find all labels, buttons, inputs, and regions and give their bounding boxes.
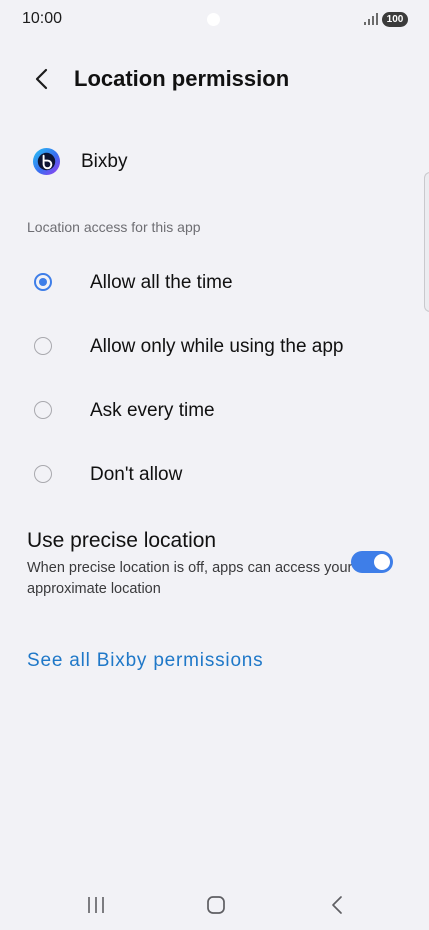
- page-title: Location permission: [74, 66, 290, 91]
- option-dont-allow[interactable]: Don't allow: [0, 448, 429, 504]
- camera-cutout: [207, 13, 220, 26]
- navigation-bar: [0, 880, 429, 930]
- option-allow-while-using[interactable]: Allow only while using the app: [0, 320, 429, 376]
- option-allow-all-the-time[interactable]: Allow all the time: [0, 256, 429, 312]
- chevron-left-icon: [35, 68, 48, 90]
- section-label: Location access for this app: [27, 219, 201, 235]
- precise-location-title: Use precise location: [27, 529, 217, 552]
- option-label: Don't allow: [90, 464, 183, 485]
- option-label: Allow all the time: [90, 272, 233, 293]
- app-info-row: Bixby: [0, 138, 429, 188]
- status-time: 10:00: [22, 10, 63, 27]
- option-label: Ask every time: [90, 400, 215, 421]
- precise-location-setting[interactable]: Use precise location When precise locati…: [0, 527, 429, 607]
- signal-bars-icon: [364, 13, 378, 25]
- app-name: Bixby: [81, 151, 128, 172]
- status-bar: 10:00 100: [0, 0, 429, 40]
- radio-unchecked-icon[interactable]: [34, 337, 52, 355]
- precise-location-description: When precise location is off, apps can a…: [27, 560, 353, 597]
- page-header: Location permission: [0, 55, 429, 105]
- option-ask-every-time[interactable]: Ask every time: [0, 384, 429, 440]
- radio-unchecked-icon[interactable]: [34, 401, 52, 419]
- see-all-permissions-link[interactable]: See all Bixby permissions: [27, 650, 263, 672]
- back-icon[interactable]: [326, 894, 348, 916]
- recents-icon[interactable]: [84, 895, 108, 915]
- toggle-knob: [374, 554, 390, 570]
- home-icon[interactable]: [205, 894, 227, 916]
- option-label: Allow only while using the app: [90, 336, 344, 357]
- radio-checked-icon[interactable]: [34, 273, 52, 291]
- battery-level-badge: 100: [382, 12, 408, 27]
- radio-unchecked-icon[interactable]: [34, 465, 52, 483]
- back-button[interactable]: [26, 63, 58, 95]
- precise-location-toggle[interactable]: [351, 551, 393, 573]
- bixby-app-icon: [32, 147, 61, 176]
